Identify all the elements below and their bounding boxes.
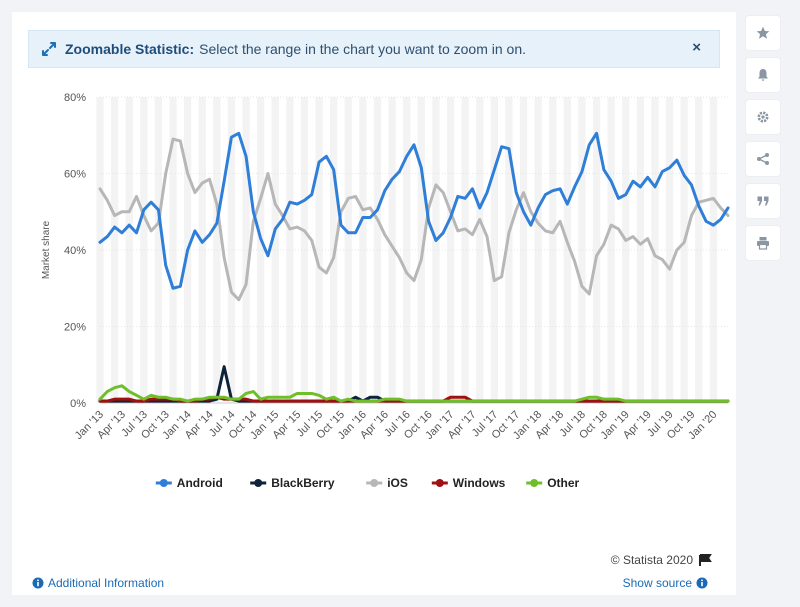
plot-band [359, 97, 367, 403]
legend-item-other[interactable]: Other [526, 476, 580, 490]
share-icon [757, 153, 769, 165]
y-tick-label: 20% [64, 322, 86, 334]
show-source-link[interactable]: Show source [623, 576, 712, 590]
print-icon [757, 237, 769, 250]
plot-band [257, 97, 265, 403]
legend-label: Windows [453, 476, 506, 490]
plot-band [695, 97, 703, 403]
plot-band [140, 97, 148, 403]
settings-button[interactable] [746, 100, 780, 134]
print-button[interactable] [746, 226, 780, 260]
legend-marker [530, 479, 539, 487]
quote-icon [757, 196, 769, 206]
bell-icon [758, 69, 768, 82]
legend-marker [435, 479, 444, 487]
show-source-label: Show source [622, 576, 692, 590]
y-axis-title: Market share [41, 220, 52, 279]
legend-item-blackberry[interactable]: BlackBerry [250, 476, 335, 490]
series-line-other [98, 384, 730, 403]
plot-band [680, 97, 688, 403]
y-tick-label: 80% [64, 92, 86, 104]
plot-band [373, 97, 382, 403]
plot-band [446, 97, 455, 403]
legend-label: Other [547, 476, 579, 490]
legend-label: Android [177, 476, 223, 490]
legend-marker [370, 479, 379, 487]
additional-information-link[interactable]: Additional Information [28, 576, 164, 590]
legend-label: BlackBerry [271, 476, 335, 490]
star-icon [756, 26, 770, 39]
info-icon [696, 577, 708, 589]
plot-band [125, 97, 133, 403]
series-line-ios [98, 137, 730, 302]
favorite-button[interactable] [746, 16, 780, 50]
flag-icon [699, 554, 712, 566]
additional-information-label: Additional Information [48, 576, 165, 590]
plot-band [461, 97, 469, 403]
statista-credit: © Statista 2020 [611, 553, 712, 567]
plot-band [344, 97, 352, 403]
line-chart[interactable]: 0%20%40%60%80%Market shareJan '13Apr '13… [12, 12, 736, 595]
y-tick-label: 0% [70, 398, 86, 410]
legend-label: iOS [387, 476, 408, 490]
legend-marker [159, 479, 168, 487]
info-icon [32, 577, 44, 589]
y-tick-label: 60% [64, 169, 86, 181]
credit-text: © Statista 2020 [610, 553, 693, 567]
plot-band [578, 97, 586, 403]
legend-marker [254, 479, 263, 487]
toolbar-sidebar [746, 16, 780, 268]
share-button[interactable] [746, 142, 780, 176]
gear-icon [757, 111, 769, 123]
legend-item-windows[interactable]: Windows [431, 476, 506, 490]
cite-button[interactable] [746, 184, 780, 218]
series-line-blackberry [98, 365, 730, 403]
legend-item-android[interactable]: Android [155, 476, 223, 490]
plot-band [476, 97, 484, 403]
y-tick-label: 40% [64, 245, 86, 257]
chart-card: Zoomable Statistic: Select the range in … [12, 12, 736, 595]
series-line-android [98, 131, 730, 290]
legend-item-ios[interactable]: iOS [366, 476, 408, 490]
notification-button[interactable] [746, 58, 780, 92]
